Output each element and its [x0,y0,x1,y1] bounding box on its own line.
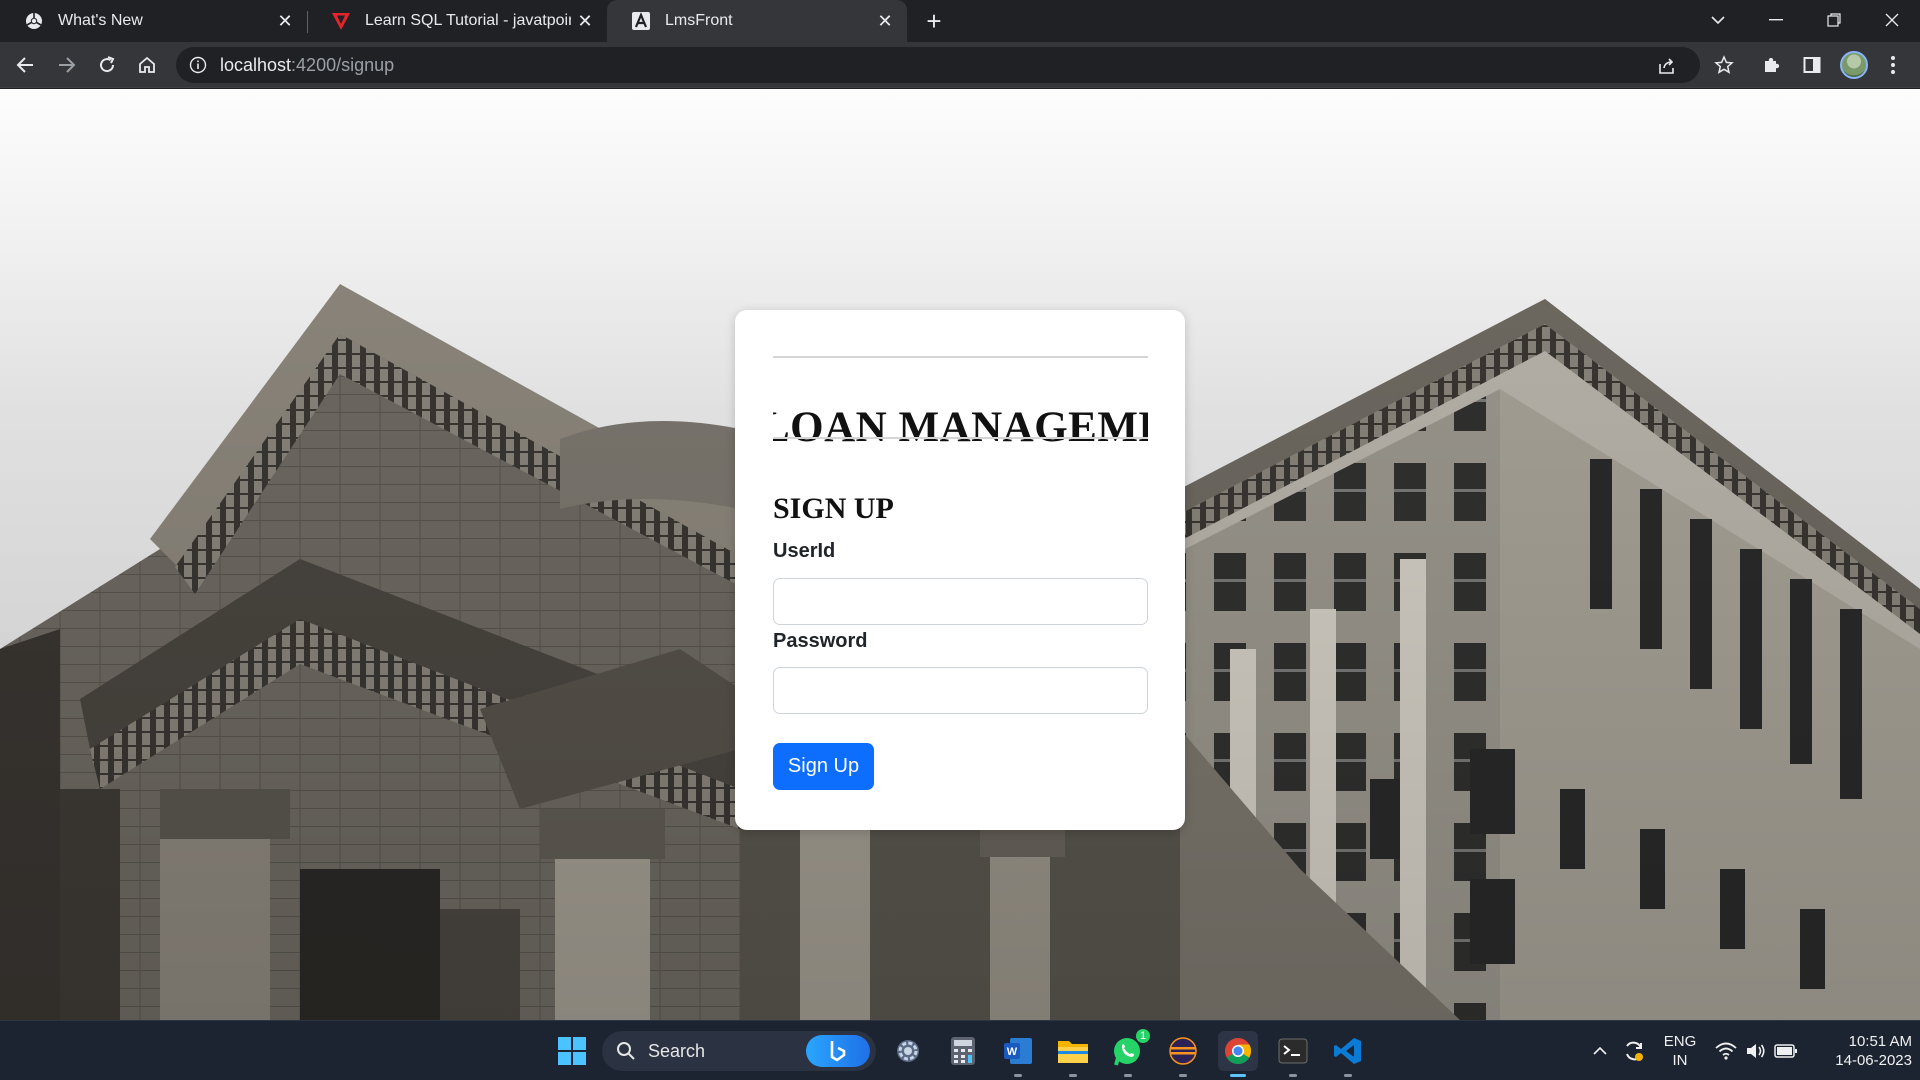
clock-time: 10:51 AM [1848,1033,1912,1050]
whatsapp-icon[interactable]: 1 [1108,1027,1152,1077]
divider-bottom [773,437,1148,439]
browser-toolbar: localhost:4200/signup [0,42,1920,88]
tab-lmsfront[interactable]: LmsFront ✕ [607,0,907,42]
minimize-button[interactable] [1748,0,1804,40]
running-indicator [1014,1074,1022,1077]
battery-icon[interactable] [1766,1031,1806,1071]
word-icon[interactable]: W [998,1031,1038,1077]
search-icon [616,1041,636,1061]
region-code: IN [1672,1052,1688,1069]
svg-text:W: W [1007,1046,1018,1058]
bookmark-star-icon[interactable] [1710,51,1738,79]
extensions-icon[interactable] [1758,51,1786,79]
bookmark-star-icon[interactable] [1664,55,1686,77]
close-window-button[interactable] [1864,0,1920,40]
url-path: :4200/signup [291,54,395,75]
tab-title: LmsFront [665,12,733,29]
clock[interactable]: 10:51 AM 14-06-2023 [1812,1032,1912,1070]
banner-marquee: LOAN MANAGEMENT SYSTEM [773,403,1148,453]
file-explorer-icon[interactable] [1053,1031,1093,1077]
close-icon[interactable]: ✕ [571,7,599,35]
menu-kebab-icon[interactable] [1879,51,1907,79]
close-icon[interactable]: ✕ [871,7,899,35]
back-button[interactable] [10,49,42,81]
banner-text: LOAN MANAGEMENT SYSTEM [773,404,1148,451]
vscode-icon[interactable] [1328,1031,1368,1077]
userid-label: UserId [773,540,836,562]
profile-avatar[interactable] [1840,51,1868,79]
restore-button[interactable] [1806,0,1862,40]
tab-javatpoint[interactable]: Learn SQL Tutorial - javatpoint ✕ [307,0,607,42]
userid-input[interactable] [773,578,1148,625]
terminal-icon[interactable] [1273,1031,1313,1077]
running-indicator [1344,1074,1352,1077]
page-viewport: LOAN MANAGEMENT SYSTEM SIGN UP UserId Pa… [0,89,1920,1020]
search-label: Search [648,1040,706,1061]
taskbar-search[interactable]: Search [602,1031,876,1071]
angular-icon [631,11,651,31]
forward-button[interactable] [50,49,82,81]
new-tab-button[interactable]: + [920,6,948,36]
tab-title: Learn SQL Tutorial - javatpoint [365,12,571,29]
reload-button[interactable] [91,49,123,81]
side-panel-icon[interactable] [1798,51,1826,79]
clock-date: 14-06-2023 [1835,1052,1912,1069]
chrome-taskbar-icon[interactable] [1218,1031,1258,1077]
active-indicator [1230,1074,1246,1077]
signup-card: LOAN MANAGEMENT SYSTEM SIGN UP UserId Pa… [735,310,1185,830]
chrome-icon [24,11,44,31]
url-host: localhost [220,54,292,75]
page-title: SIGN UP [773,492,894,525]
windows-start-icon[interactable] [552,1031,592,1071]
tab-strip: What's New ✕ Learn SQL Tutorial - javatp… [0,0,1920,42]
eclipse-icon[interactable] [1163,1031,1203,1077]
address-bar[interactable]: localhost:4200/signup [176,47,1700,83]
language-code: ENG [1663,1033,1697,1050]
close-icon[interactable]: ✕ [271,7,299,35]
password-label: Password [773,630,868,652]
running-indicator [1289,1074,1297,1077]
info-icon[interactable] [188,55,208,75]
running-indicator [1124,1074,1132,1077]
running-indicator [1069,1074,1077,1077]
javatpoint-icon [331,11,351,31]
sync-icon[interactable] [1614,1031,1654,1071]
signup-button[interactable]: Sign Up [773,743,874,790]
password-input[interactable] [773,667,1148,714]
home-button[interactable] [131,49,163,81]
tab-title: What's New [58,12,143,29]
windows-taskbar: Search W 1 ENG IN 10:51 AM 14-06-2023 [0,1020,1920,1080]
running-indicator [1179,1074,1187,1077]
tab-whats-new[interactable]: What's New ✕ [0,0,307,42]
settings-gear-icon[interactable] [888,1031,928,1071]
notification-badge: 1 [1134,1027,1152,1045]
language-indicator[interactable]: ENG IN [1660,1032,1700,1070]
bing-icon[interactable] [806,1035,870,1067]
tab-search-chevron-icon[interactable] [1690,0,1746,40]
calculator-icon[interactable] [943,1031,983,1071]
divider-top [773,356,1148,358]
